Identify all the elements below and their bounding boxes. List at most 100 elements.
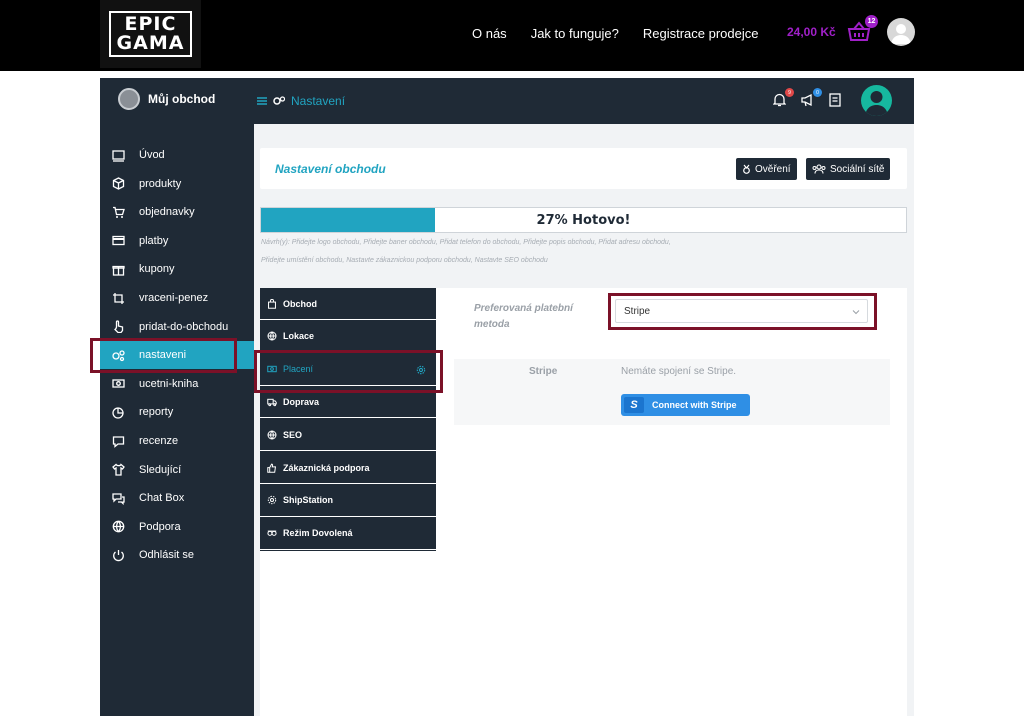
shop-avatar	[118, 88, 140, 110]
sidebar-item--vod[interactable]: Úvod	[100, 141, 254, 169]
tab-doprava[interactable]: Doprava	[260, 386, 436, 419]
tab-label: Doprava	[283, 396, 320, 407]
box-icon	[112, 177, 125, 190]
sidebar-item-label: recenze	[139, 435, 179, 447]
gift-icon	[112, 265, 125, 276]
sidebar-item-label: ucetni-kniha	[139, 377, 199, 390]
connect-with-stripe-button[interactable]: S Connect with Stripe	[621, 394, 750, 416]
sidebar-item-produkty[interactable]: produkty	[100, 170, 254, 198]
vendor-dashboard: Můj obchod Nastavení 9 0 Úvod produkty obj…	[90, 78, 914, 716]
sidebar-item-odhl-sit-se[interactable]: Odhlásit se	[100, 541, 254, 569]
cart-total[interactable]: 24,00 Kč	[787, 25, 836, 39]
sidebar-item-vraceni-penez[interactable]: vraceni-penez	[100, 284, 254, 312]
notifications-badge: 9	[785, 88, 794, 97]
vendor-avatar[interactable]	[861, 85, 892, 116]
social-networks-label: Sociální sítě	[830, 163, 885, 175]
sidebar-item-label: kupony	[139, 263, 175, 276]
site-navbar: EPIC GAMA O nás Jak to funguje? Registra…	[0, 0, 1024, 71]
gears-icon	[273, 96, 285, 105]
tab-placen-[interactable]: Placení	[260, 354, 436, 386]
nav-link-seller-registration[interactable]: Registrace prodejce	[643, 26, 759, 41]
epic-gama-logo[interactable]: EPIC GAMA	[100, 0, 201, 68]
globe-icon	[267, 430, 277, 440]
money-icon	[112, 379, 125, 388]
gear-icon	[416, 365, 426, 374]
user-avatar[interactable]	[887, 18, 915, 46]
sidebar-item-nastaveni[interactable]: nastaveni	[100, 341, 254, 370]
hamburger-icon[interactable]	[257, 96, 267, 106]
truck-icon	[267, 398, 277, 407]
stripe-status-message: Nemáte spojení se Stripe.	[621, 366, 737, 377]
tab-label: Zákaznická podpora	[283, 462, 370, 473]
sidebar-item-label: nastaveni	[139, 349, 187, 362]
payment-method-select[interactable]: Stripe	[615, 299, 868, 323]
sidebar-item-kupony[interactable]: kupony	[100, 255, 254, 283]
sidebar-item-ucetni-kniha[interactable]: ucetni-kniha	[100, 370, 254, 398]
sidebar-item-sleduj-c-[interactable]: Sledující	[100, 456, 254, 484]
ledger-button[interactable]	[829, 93, 845, 109]
sidebar-item-label: reporty	[139, 406, 174, 419]
payment-method-label: Preferovaná platební metoda	[474, 303, 573, 330]
tab-label: Režim Dovolená	[283, 528, 353, 539]
dashboard-header: Můj obchod Nastavení 9 0	[100, 78, 914, 124]
sidebar-item-label: Odhlásit se	[139, 549, 195, 562]
profile-progress-bar: 27% Hotovo!	[260, 207, 907, 233]
sidebar-item-platby[interactable]: platby	[100, 227, 254, 255]
chart-pie-icon	[112, 407, 124, 419]
shop-brand[interactable]: Můj obchod	[118, 88, 215, 110]
suggestions-line-2: Přidejte umístění obchodu, Nastavte záka…	[261, 257, 548, 264]
sidebar-item-recenze[interactable]: recenze	[100, 427, 254, 455]
tab-label: Placení	[283, 364, 314, 375]
power-icon	[113, 549, 124, 562]
sidebar-item-label: Podpora	[139, 520, 181, 533]
tab-obchod[interactable]: Obchod	[260, 288, 436, 320]
sidebar-item-label: objednavky	[139, 206, 195, 219]
site-nav-links: O nás Jak to funguje? Registrace prodejc…	[472, 0, 759, 66]
verification-button[interactable]: Ověření	[736, 158, 797, 180]
sidebar-item-label: pridat-do-obchodu	[139, 320, 229, 333]
comment-icon	[112, 435, 125, 448]
tab-label: Obchod	[283, 298, 317, 309]
dashboard-sidebar: Úvod produkty objednavky platby kupony vracen…	[100, 124, 254, 716]
sidebar-item-pridat-do-obchodu[interactable]: pridat-do-obchodu	[100, 313, 254, 341]
gears-icon	[112, 350, 125, 361]
globe-icon	[267, 331, 277, 341]
shop-bag-icon	[268, 298, 276, 309]
tab-z-kaznick-podpora[interactable]: Zákaznická podpora	[260, 452, 436, 484]
sidebar-item-chat-box[interactable]: Chat Box	[100, 484, 254, 512]
suggestions-line-1: Návrh(y): Přidejte logo obchodu, Přidejt…	[261, 239, 671, 246]
tab-re-im-dovolen-[interactable]: Režim Dovolená	[260, 518, 436, 550]
shop-name: Můj obchod	[148, 92, 216, 106]
notifications-button[interactable]: 9	[772, 88, 794, 109]
sidebar-item-reporty[interactable]: reporty	[100, 398, 254, 426]
sidebar-item-label: vraceni-penez	[139, 292, 209, 304]
tab-label: SEO	[283, 429, 303, 440]
bell-icon	[772, 93, 787, 107]
tab-label: ShipStation	[283, 495, 333, 506]
header-crumb-label: Nastavení	[291, 94, 346, 108]
nav-link-how-it-works[interactable]: Jak to funguje?	[531, 26, 619, 41]
logo-line-2: GAMA	[116, 32, 185, 54]
sidebar-item-podpora[interactable]: Podpora	[100, 513, 254, 541]
nav-link-about[interactable]: O nás	[472, 26, 507, 41]
sidebar-item-objednavky[interactable]: objednavky	[100, 198, 254, 226]
person-icon	[865, 91, 888, 116]
settings-tabs: Obchod Lokace Placení Doprava SEO Zákaznická …	[260, 288, 436, 551]
announcements-button[interactable]: 0	[801, 88, 822, 109]
tab-shipstation[interactable]: ShipStation	[260, 485, 436, 517]
sidebar-item-label: produkty	[139, 177, 182, 190]
settings-title-card: Nastavení obchodu Ověření Sociální sítě	[260, 148, 907, 189]
header-actions: 9 0	[772, 88, 845, 109]
chevron-down-icon	[852, 310, 860, 315]
social-networks-button[interactable]: Sociální sítě	[806, 158, 891, 180]
stripe-label: Stripe	[529, 366, 558, 377]
list-icon	[829, 93, 841, 107]
stripe-s-icon: S	[624, 397, 644, 413]
tab-seo[interactable]: SEO	[260, 419, 436, 452]
tab-lokace[interactable]: Lokace	[260, 321, 436, 353]
gear-icon	[267, 496, 277, 505]
page-title: Nastavení obchodu	[275, 162, 386, 176]
medal-icon	[743, 164, 750, 174]
tripadvisor-icon	[267, 530, 277, 536]
shirt-icon	[112, 463, 125, 476]
